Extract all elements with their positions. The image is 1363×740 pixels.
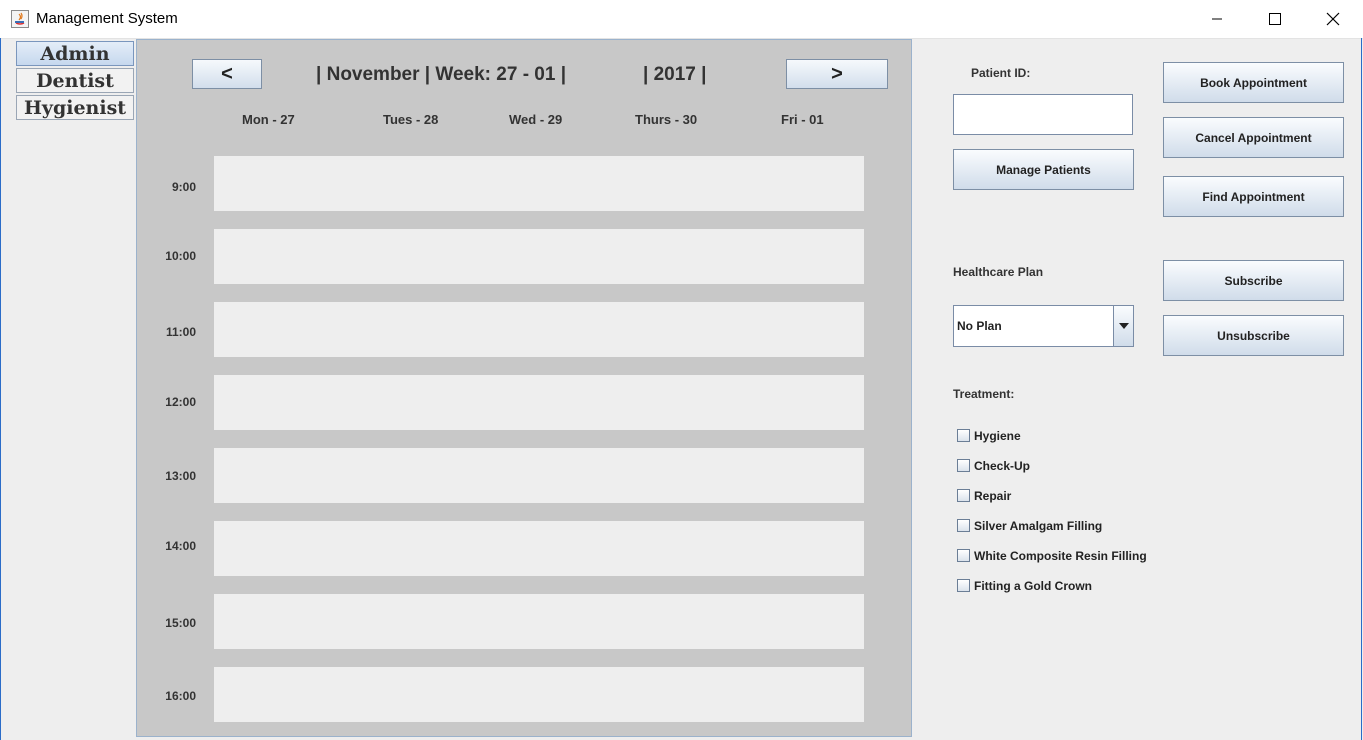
time-label: 9:00: [171, 180, 196, 194]
subscribe-button[interactable]: Subscribe: [1163, 260, 1344, 301]
checkbox-silver-amalgam-filling[interactable]: [957, 519, 970, 532]
healthcare-plan-label: Healthcare Plan: [953, 265, 1044, 279]
checkbox-white-composite-resin-filling[interactable]: [957, 549, 970, 562]
close-button[interactable]: [1304, 0, 1362, 38]
year-label: | 2017 |: [643, 64, 707, 85]
time-label: 13:00: [165, 469, 196, 483]
day-header-fri: Fri - 01: [781, 112, 824, 127]
time-slot-row[interactable]: [214, 448, 864, 503]
time-slot-row[interactable]: [214, 229, 864, 284]
tab-hygienist[interactable]: Hygienist: [16, 95, 134, 120]
healthcare-plan-value: No Plan: [957, 319, 1002, 333]
find-appointment-button[interactable]: Find Appointment: [1163, 176, 1344, 217]
java-app-icon: [11, 10, 29, 28]
window-border: [1361, 38, 1362, 740]
patient-id-input[interactable]: [953, 94, 1133, 135]
dropdown-arrow-icon[interactable]: [1113, 306, 1133, 346]
checkbox-hygiene[interactable]: [957, 429, 970, 442]
book-appointment-button[interactable]: Book Appointment: [1163, 62, 1344, 103]
month-week-label: | November | Week: 27 - 01 |: [316, 64, 567, 85]
minimize-button[interactable]: [1188, 0, 1246, 38]
treatment-label: Treatment:: [953, 387, 1015, 401]
checkbox-label: Hygiene: [974, 429, 1021, 443]
time-slot-row[interactable]: [214, 521, 864, 576]
checkbox-check-up[interactable]: [957, 459, 970, 472]
checkbox-fitting-gold-crown[interactable]: [957, 579, 970, 592]
checkbox-label: Repair: [974, 489, 1012, 503]
previous-week-button[interactable]: <: [192, 59, 262, 89]
day-header-mon: Mon - 27: [242, 112, 295, 127]
tab-admin[interactable]: Admin: [16, 41, 134, 66]
time-label: 16:00: [165, 689, 196, 703]
time-slot-row[interactable]: [214, 667, 864, 722]
time-slot-row[interactable]: [214, 156, 864, 211]
day-header-tue: Tues - 28: [383, 112, 439, 127]
time-slot-row[interactable]: [214, 302, 864, 357]
unsubscribe-button[interactable]: Unsubscribe: [1163, 315, 1344, 356]
next-week-button[interactable]: >: [786, 59, 888, 89]
checkbox-label: Fitting a Gold Crown: [974, 579, 1092, 593]
title-bar: [0, 0, 1363, 39]
checkbox-repair[interactable]: [957, 489, 970, 502]
window-title: Management System: [36, 10, 178, 27]
time-slot-row[interactable]: [214, 594, 864, 649]
time-label: 12:00: [165, 395, 196, 409]
time-label: 11:00: [165, 325, 196, 339]
patient-id-label: Patient ID:: [971, 66, 1031, 80]
day-header-wed: Wed - 29: [509, 112, 563, 127]
manage-patients-button[interactable]: Manage Patients: [953, 149, 1134, 190]
time-slot-row[interactable]: [214, 375, 864, 430]
day-header-thu: Thurs - 30: [635, 112, 698, 127]
time-label: 14:00: [165, 539, 196, 553]
checkbox-label: Check-Up: [974, 459, 1031, 473]
time-label: 15:00: [165, 616, 196, 630]
healthcare-plan-select[interactable]: No Plan: [953, 305, 1134, 347]
tab-dentist[interactable]: Dentist: [16, 68, 134, 93]
minimize-icon: [1212, 18, 1222, 20]
cancel-appointment-button[interactable]: Cancel Appointment: [1163, 117, 1344, 158]
window-border: [0, 38, 1, 740]
checkbox-label: White Composite Resin Filling: [974, 549, 1147, 563]
close-icon: [1326, 12, 1340, 26]
maximize-icon: [1269, 13, 1281, 25]
maximize-button[interactable]: [1246, 0, 1304, 38]
time-label: 10:00: [165, 249, 196, 263]
checkbox-label: Silver Amalgam Filling: [974, 519, 1103, 533]
